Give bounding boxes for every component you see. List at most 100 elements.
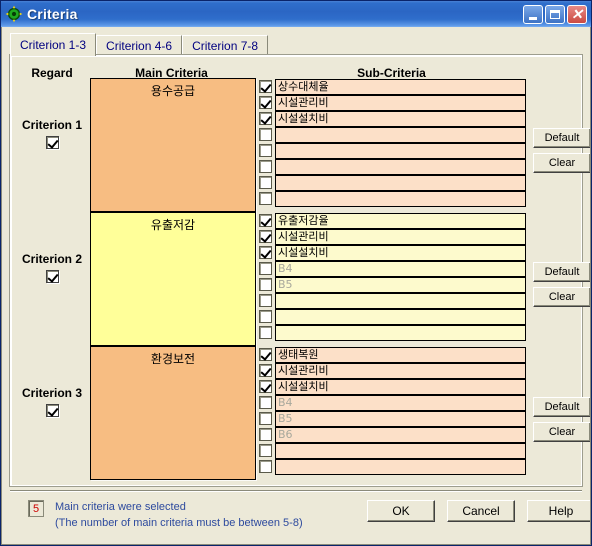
sub-criteria-row bbox=[259, 293, 526, 309]
sub-criteria-checkbox-1-6[interactable] bbox=[259, 160, 272, 173]
sub-criteria-checkbox-2-4[interactable] bbox=[259, 262, 272, 275]
sub-criteria-checkbox-3-1[interactable] bbox=[259, 348, 272, 361]
sub-criteria-row bbox=[259, 459, 526, 475]
sub-criteria-checkbox-3-6[interactable] bbox=[259, 428, 272, 441]
minimize-button[interactable] bbox=[523, 4, 543, 24]
sub-criteria-row: 유출저감율 bbox=[259, 213, 526, 229]
sub-criteria-field-1-1[interactable]: 상수대체율 bbox=[275, 79, 526, 95]
sub-criteria-row: 시설설치비 bbox=[259, 245, 526, 261]
main-criteria-text-1: 용수공급 bbox=[150, 84, 196, 98]
sub-criteria-field-2-5[interactable]: B5 bbox=[275, 277, 526, 293]
default-button-2[interactable]: Default bbox=[533, 262, 590, 282]
clear-button-1[interactable]: Clear bbox=[533, 153, 590, 173]
sub-criteria-row: B4 bbox=[259, 395, 526, 411]
status-message-line2: (The number of main criteria must be bet… bbox=[55, 517, 303, 529]
sub-criteria-list-3: 생태복원 시설관리비 시설설치비 B4 B5 B6 bbox=[259, 347, 526, 475]
sub-criteria-checkbox-1-7[interactable] bbox=[259, 176, 272, 189]
sub-criteria-field-1-8[interactable] bbox=[275, 191, 526, 207]
sub-criteria-field-2-4[interactable]: B4 bbox=[275, 261, 526, 277]
criterion-label-2: Criterion 2 bbox=[21, 252, 82, 266]
sub-criteria-checkbox-2-3[interactable] bbox=[259, 246, 272, 259]
sub-criteria-checkbox-1-2[interactable] bbox=[259, 96, 272, 109]
criterion-checkbox-3[interactable] bbox=[46, 404, 59, 417]
ok-button[interactable]: OK bbox=[367, 500, 435, 522]
sub-criteria-row: 시설관리비 bbox=[259, 95, 526, 111]
default-button-1[interactable]: Default bbox=[533, 128, 590, 148]
sub-criteria-field-1-5[interactable] bbox=[275, 143, 526, 159]
clear-button-2[interactable]: Clear bbox=[533, 287, 590, 307]
sub-criteria-field-1-4[interactable] bbox=[275, 127, 526, 143]
main-criteria-text-2: 유출저감 bbox=[150, 218, 196, 232]
tab-1[interactable]: Criterion 1-3 bbox=[10, 33, 97, 56]
window-title: Criteria bbox=[27, 6, 78, 22]
sub-criteria-row: B4 bbox=[259, 261, 526, 277]
tab-2[interactable]: Criterion 4-6 bbox=[96, 35, 183, 56]
sub-criteria-row: 시설설치비 bbox=[259, 111, 526, 127]
sub-criteria-row bbox=[259, 309, 526, 325]
sub-criteria-checkbox-3-4[interactable] bbox=[259, 396, 272, 409]
criteria-dialog-window: Criteria ✕ Criterion 1-3 Criterion 4-6 Cri… bbox=[0, 0, 592, 546]
sub-criteria-checkbox-2-8[interactable] bbox=[259, 326, 272, 339]
sub-criteria-row: 시설관리비 bbox=[259, 363, 526, 379]
sub-criteria-row: B6 bbox=[259, 427, 526, 443]
sub-criteria-checkbox-2-5[interactable] bbox=[259, 278, 272, 291]
sub-criteria-row: 상수대체율 bbox=[259, 79, 526, 95]
sub-criteria-field-3-8[interactable] bbox=[275, 459, 526, 475]
sub-criteria-field-3-7[interactable] bbox=[275, 443, 526, 459]
sub-criteria-checkbox-3-2[interactable] bbox=[259, 364, 272, 377]
maximize-button[interactable] bbox=[545, 4, 565, 24]
sub-criteria-checkbox-1-5[interactable] bbox=[259, 144, 272, 157]
sub-criteria-checkbox-2-2[interactable] bbox=[259, 230, 272, 243]
sub-criteria-field-1-3[interactable]: 시설설치비 bbox=[275, 111, 526, 127]
criterion-label-3: Criterion 3 bbox=[21, 386, 82, 400]
criterion-1-3-panel: Regard Main Criteria Sub-Criteria Criter… bbox=[9, 54, 590, 487]
sub-criteria-field-3-3[interactable]: 시설설치비 bbox=[275, 379, 526, 395]
sub-criteria-field-2-6[interactable] bbox=[275, 293, 526, 309]
main-criteria-box-1[interactable]: 용수공급 bbox=[90, 78, 256, 212]
sub-criteria-row bbox=[259, 143, 526, 159]
title-bar[interactable]: Criteria ✕ bbox=[1, 1, 591, 27]
tab-3[interactable]: Criterion 7-8 bbox=[182, 35, 269, 56]
sub-criteria-checkbox-3-8[interactable] bbox=[259, 460, 272, 473]
sub-criteria-checkbox-1-1[interactable] bbox=[259, 80, 272, 93]
sub-criteria-checkbox-2-1[interactable] bbox=[259, 214, 272, 227]
sub-criteria-field-2-2[interactable]: 시설관리비 bbox=[275, 229, 526, 245]
criterion-checkbox-1[interactable] bbox=[46, 136, 59, 149]
sub-criteria-field-1-2[interactable]: 시설관리비 bbox=[275, 95, 526, 111]
sub-criteria-row: 시설설치비 bbox=[259, 379, 526, 395]
sub-criteria-checkbox-1-8[interactable] bbox=[259, 192, 272, 205]
sub-criteria-checkbox-2-6[interactable] bbox=[259, 294, 272, 307]
sub-criteria-checkbox-1-4[interactable] bbox=[259, 128, 272, 141]
help-button[interactable]: Help bbox=[527, 500, 590, 522]
sub-criteria-field-3-5[interactable]: B5 bbox=[275, 411, 526, 427]
sub-criteria-row: 생태복원 bbox=[259, 347, 526, 363]
close-icon[interactable]: ✕ bbox=[567, 4, 587, 24]
clear-button-3[interactable]: Clear bbox=[533, 422, 590, 442]
sub-criteria-checkbox-1-3[interactable] bbox=[259, 112, 272, 125]
app-icon bbox=[5, 5, 23, 23]
sub-criteria-row: 시설관리비 bbox=[259, 229, 526, 245]
sub-criteria-field-3-4[interactable]: B4 bbox=[275, 395, 526, 411]
sub-criteria-field-1-6[interactable] bbox=[275, 159, 526, 175]
sub-criteria-checkbox-2-7[interactable] bbox=[259, 310, 272, 323]
main-criteria-box-3[interactable]: 환경보전 bbox=[90, 346, 256, 480]
default-button-3[interactable]: Default bbox=[533, 397, 590, 417]
sub-criteria-field-2-8[interactable] bbox=[275, 325, 526, 341]
sub-criteria-field-3-6[interactable]: B6 bbox=[275, 427, 526, 443]
sub-criteria-field-2-7[interactable] bbox=[275, 309, 526, 325]
sub-criteria-field-3-1[interactable]: 생태복원 bbox=[275, 347, 526, 363]
criterion-checkbox-2[interactable] bbox=[46, 270, 59, 283]
sub-criteria-checkbox-3-3[interactable] bbox=[259, 380, 272, 393]
sub-criteria-row bbox=[259, 127, 526, 143]
cancel-button[interactable]: Cancel bbox=[447, 500, 515, 522]
sub-criteria-field-3-2[interactable]: 시설관리비 bbox=[275, 363, 526, 379]
sub-criteria-checkbox-3-7[interactable] bbox=[259, 444, 272, 457]
sub-criteria-field-1-7[interactable] bbox=[275, 175, 526, 191]
sub-criteria-row bbox=[259, 325, 526, 341]
sub-criteria-field-2-1[interactable]: 유출저감율 bbox=[275, 213, 526, 229]
sub-criteria-field-2-3[interactable]: 시설설치비 bbox=[275, 245, 526, 261]
criterion-label-1: Criterion 1 bbox=[21, 118, 82, 132]
main-criteria-box-2[interactable]: 유출저감 bbox=[90, 212, 256, 346]
sub-criteria-checkbox-3-5[interactable] bbox=[259, 412, 272, 425]
sub-criteria-row bbox=[259, 191, 526, 207]
